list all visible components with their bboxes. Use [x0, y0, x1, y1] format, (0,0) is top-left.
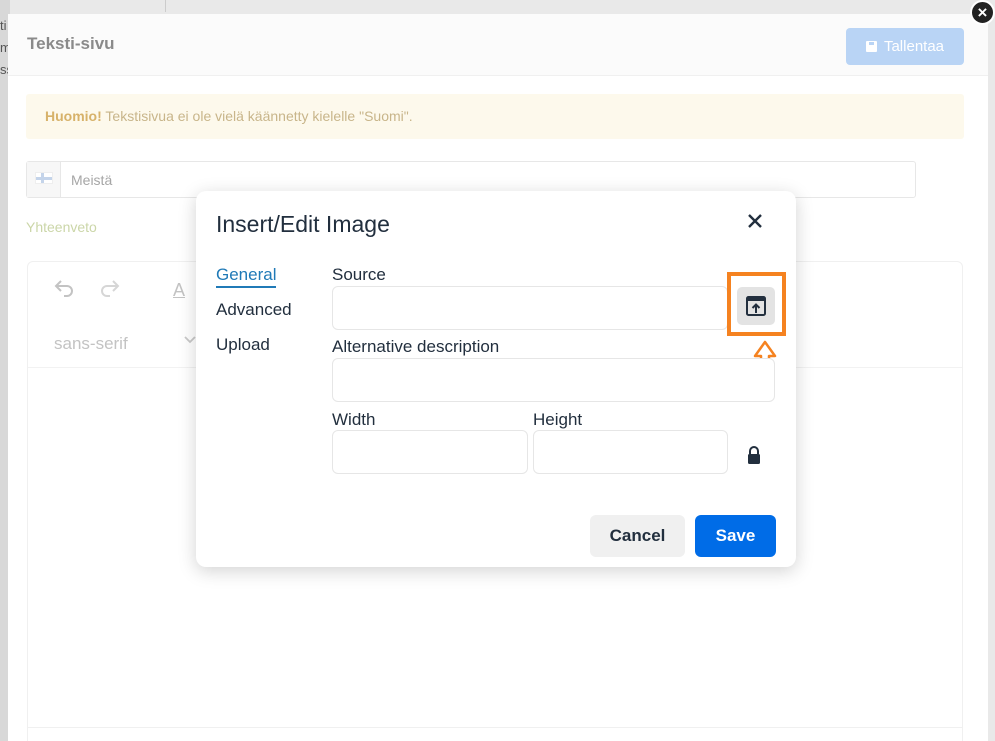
- source-label: Source: [332, 265, 386, 284]
- alt-description-input[interactable]: [332, 358, 775, 402]
- save-page-label: Tallentaa: [883, 38, 945, 55]
- dialog-title: Insert/Edit Image: [216, 211, 390, 237]
- background-divider: [165, 0, 166, 12]
- cancel-button[interactable]: Cancel: [590, 515, 685, 557]
- text-color-icon[interactable]: A: [173, 280, 185, 301]
- summary-label: Yhteenveto: [26, 219, 97, 235]
- lock-icon[interactable]: [746, 445, 762, 470]
- modal-title: Teksti-sivu: [27, 34, 115, 53]
- tab-general[interactable]: General: [216, 265, 277, 288]
- source-input[interactable]: [332, 286, 728, 330]
- highlight-annotation-box: [727, 272, 786, 336]
- redo-icon[interactable]: [98, 276, 122, 306]
- insert-edit-image-dialog: Insert/Edit Image General Advanced Uploa…: [196, 191, 796, 567]
- tab-advanced[interactable]: Advanced: [216, 300, 292, 320]
- finland-flag-icon: [35, 172, 53, 184]
- tab-upload[interactable]: Upload: [216, 335, 270, 355]
- width-input[interactable]: [332, 430, 528, 474]
- notice-text: Tekstisivua ei ole vielä käännetty kiele…: [105, 108, 413, 124]
- modal-header: Teksti-sivu Tallentaa: [8, 14, 988, 76]
- close-icon[interactable]: [742, 208, 768, 234]
- notice-bold: Huomio!: [45, 108, 102, 124]
- editor-status-divider: [28, 727, 962, 728]
- font-family-select[interactable]: sans-serif: [54, 334, 128, 354]
- floppy-disk-icon: [865, 41, 877, 52]
- height-label: Height: [533, 410, 583, 429]
- alt-description-label: Alternative description: [332, 337, 500, 356]
- save-page-button[interactable]: Tallentaa: [846, 28, 964, 65]
- title-value: Meistä: [71, 172, 113, 188]
- background-text-fragment: ti: [0, 18, 7, 33]
- language-flag-box: [27, 162, 61, 197]
- translation-notice: Huomio! Tekstisivua ei ole vielä käännet…: [26, 94, 964, 139]
- height-input[interactable]: [533, 430, 728, 474]
- chevron-down-icon: [183, 332, 197, 351]
- width-label: Width: [332, 410, 376, 429]
- save-button[interactable]: Save: [695, 515, 776, 557]
- undo-icon[interactable]: [52, 276, 76, 306]
- close-circle-icon[interactable]: ×: [970, 0, 995, 25]
